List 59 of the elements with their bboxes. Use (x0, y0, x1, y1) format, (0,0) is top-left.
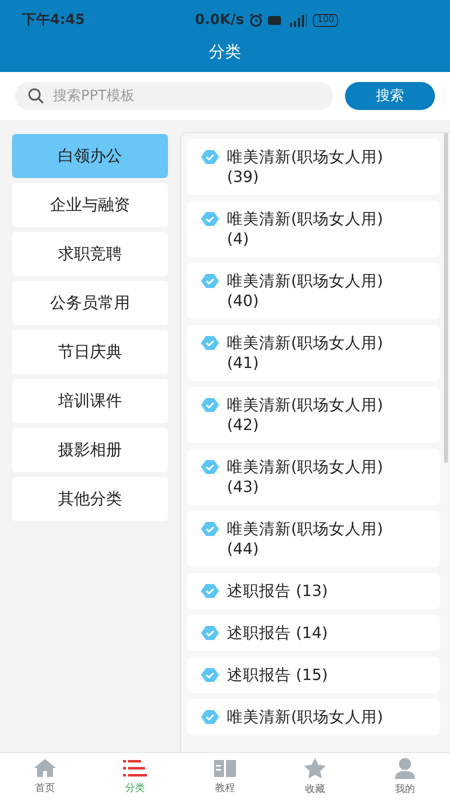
check-badge-icon (201, 668, 219, 682)
battery-level: 100 (313, 14, 338, 26)
check-badge-icon (201, 212, 219, 226)
check-badge-icon (201, 150, 219, 164)
network-speed: 0.0K/s (195, 12, 244, 28)
template-card[interactable]: 述职报告 (14) (187, 615, 440, 651)
check-badge-icon (201, 274, 219, 288)
check-badge-icon (201, 460, 219, 474)
template-card[interactable]: 唯美清新(职场女人用)(43) (187, 449, 440, 505)
template-title: 唯美清新(职场女人用)(42) (227, 395, 384, 435)
category-item[interactable]: 节日庆典 (12, 330, 168, 374)
tab-item[interactable]: 收藏 (270, 753, 360, 800)
category-item[interactable]: 求职竞聘 (12, 232, 168, 276)
check-badge-icon (201, 710, 219, 724)
template-title: 唯美清新(职场女人用)(4) (227, 209, 384, 249)
template-card[interactable]: 述职报告 (13) (187, 573, 440, 609)
home-icon (33, 758, 57, 778)
template-card[interactable]: 唯美清新(职场女人用) (187, 699, 440, 735)
template-card[interactable]: 唯美清新(职场女人用)(39) (187, 139, 440, 195)
list-icon (123, 758, 147, 778)
template-title: 述职报告 (14) (227, 623, 329, 643)
check-badge-icon (201, 522, 219, 536)
template-title: 唯美清新(职场女人用)(39) (227, 147, 384, 187)
tab-item[interactable]: 教程 (180, 753, 270, 800)
template-card[interactable]: 唯美清新(职场女人用)(4) (187, 201, 440, 257)
category-item[interactable]: 摄影相册 (12, 428, 168, 472)
template-card[interactable]: 唯美清新(职场女人用)(44) (187, 511, 440, 567)
template-card[interactable]: 唯美清新(职场女人用)(42) (187, 387, 440, 443)
category-item[interactable]: 白领办公 (12, 134, 168, 178)
template-title: 唯美清新(职场女人用)(40) (227, 271, 384, 311)
alarm-icon (249, 13, 264, 27)
person-icon (394, 757, 416, 779)
tab-item[interactable]: 首页 (0, 753, 90, 800)
template-title: 唯美清新(职场女人用)(44) (227, 519, 384, 559)
template-card[interactable]: 述职报告 (15) (187, 657, 440, 693)
template-card[interactable]: 唯美清新(职场女人用)(41) (187, 325, 440, 381)
status-time: 下午4:45 (22, 11, 85, 29)
template-title: 唯美清新(职场女人用) (227, 707, 384, 727)
template-title: 述职报告 (15) (227, 665, 329, 685)
page-title: 分类 (209, 42, 241, 62)
search-icon (28, 88, 44, 104)
book-icon (213, 758, 237, 778)
template-card[interactable]: 唯美清新(职场女人用)(40) (187, 263, 440, 319)
category-item[interactable]: 培训课件 (12, 379, 168, 423)
search-field[interactable]: 搜索PPT模板 (15, 82, 333, 110)
star-icon (303, 757, 327, 779)
category-item[interactable]: 公务员常用 (12, 281, 168, 325)
category-item[interactable]: 其他分类 (12, 477, 168, 521)
check-badge-icon (201, 336, 219, 350)
category-item[interactable]: 企业与融资 (12, 183, 168, 227)
template-title: 述职报告 (13) (227, 581, 329, 601)
tab-item[interactable]: 我的 (360, 753, 450, 800)
check-badge-icon (201, 584, 219, 598)
hd-icon (268, 16, 282, 24)
check-badge-icon (201, 398, 219, 412)
template-title: 唯美清新(职场女人用)(41) (227, 333, 384, 373)
search-button[interactable]: 搜索 (345, 82, 435, 110)
check-badge-icon (201, 626, 219, 640)
template-title: 唯美清新(职场女人用)(43) (227, 457, 384, 497)
